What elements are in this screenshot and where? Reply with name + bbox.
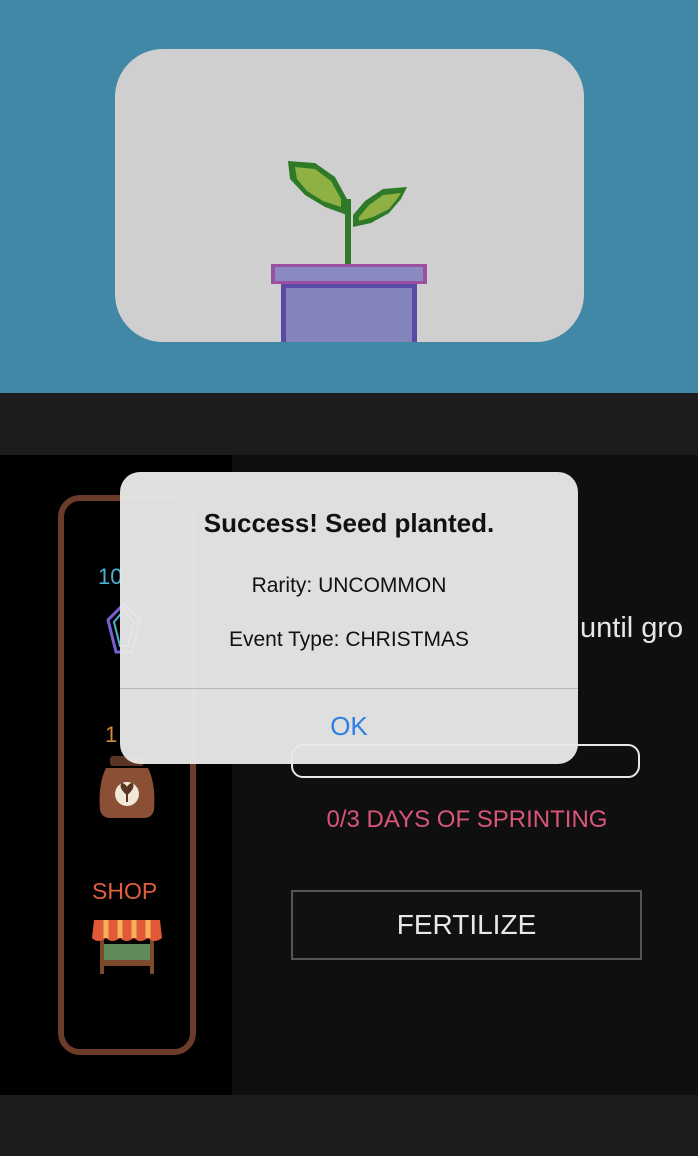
growth-status-text: until gro xyxy=(580,612,684,644)
ok-button[interactable]: OK xyxy=(120,689,578,764)
shop-label[interactable]: SHOP xyxy=(92,878,157,905)
seed-count: 1 xyxy=(105,722,118,747)
fertilize-button[interactable]: FERTILIZE xyxy=(291,890,642,960)
toolbar-band xyxy=(0,393,698,455)
plant-card xyxy=(115,49,584,342)
alert-event-type: Event Type: CHRISTMAS xyxy=(228,628,470,651)
shop-stall-icon[interactable] xyxy=(92,910,162,976)
potted-sprout-icon xyxy=(271,161,427,342)
bottom-bar xyxy=(0,1095,698,1156)
alert-rarity: Rarity: UNCOMMON xyxy=(251,574,447,597)
gem-count: 10 xyxy=(98,564,123,589)
sprint-status: 0/3 DAYS OF SPRINTING xyxy=(326,806,608,833)
success-alert-dialog: Success! Seed planted. Rarity: UNCOMMON … xyxy=(120,472,578,764)
alert-title: Success! Seed planted. xyxy=(203,508,495,538)
